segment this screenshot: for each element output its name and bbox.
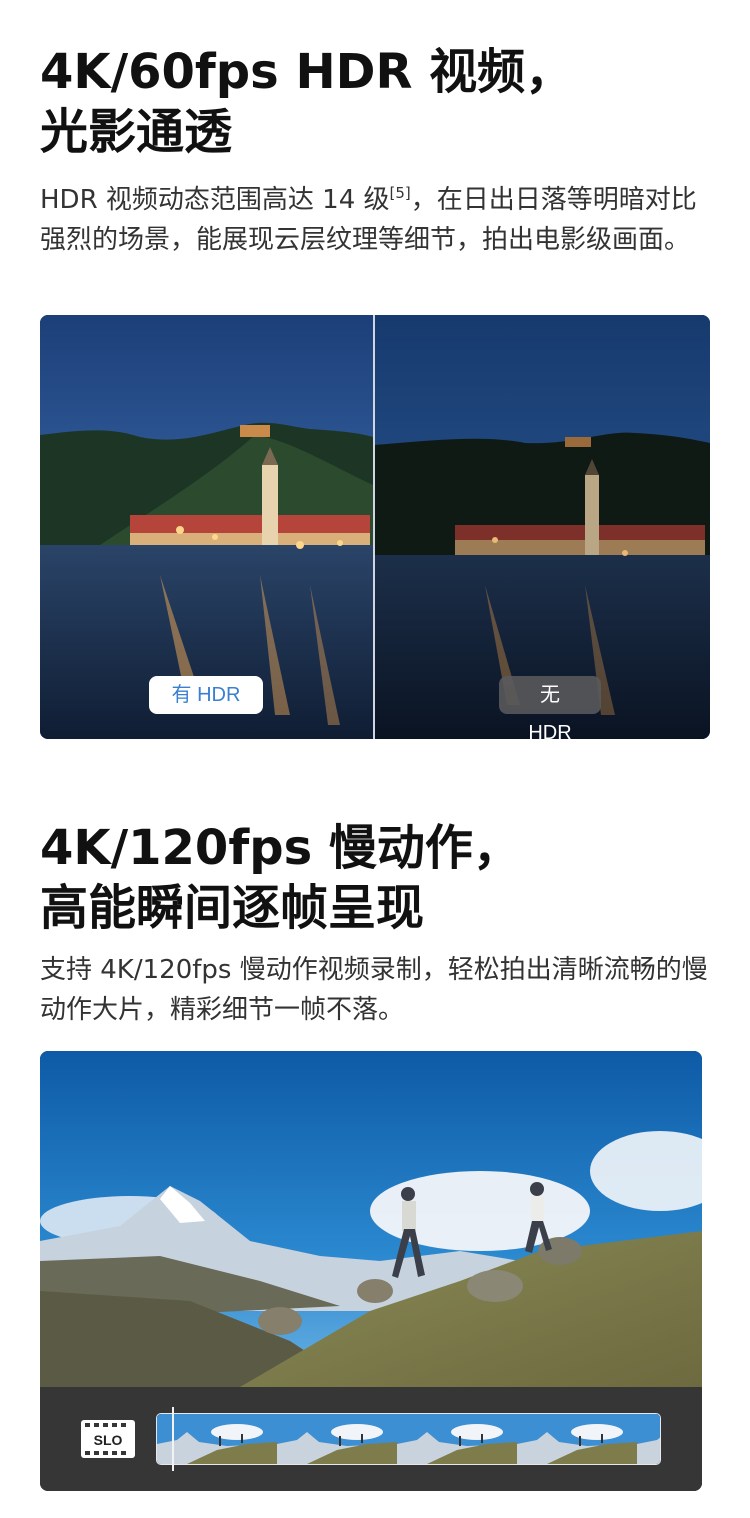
timeline-playhead[interactable] [172,1407,174,1471]
filmstrip-frame [397,1414,517,1464]
hdr-comparison-image: 有 HDR 无 HDR [40,315,710,739]
slowmo-filmstrip[interactable] [156,1413,661,1465]
slowmo-video-preview[interactable]: SLO [40,1051,702,1491]
slowmo-timeline-bar: SLO [40,1387,702,1491]
slo-mode-icon[interactable]: SLO [80,1419,136,1459]
slowmo-description: 支持 4K/120fps 慢动作视频录制，轻松拍出清晰流畅的慢动作大片，精彩细节… [40,955,708,1025]
filmstrip-frame [517,1414,637,1464]
hdr-desc-part1: HDR 视频动态范围高达 14 级 [40,185,390,215]
filmstrip-frame [277,1414,397,1464]
filmstrip-frame [637,1414,660,1464]
slowmo-title-line1: 4K/120fps 慢动作， [40,820,521,876]
hdr-title-line1: 4K/60fps HDR 视频， [40,44,574,100]
filmstrip-frame [157,1414,277,1464]
hdr-title-line2: 光影通透 [40,104,233,160]
slo-label: SLO [94,1432,123,1448]
hdr-description: HDR 视频动态范围高达 14 级[5]，在日出日落等明暗对比强烈的场景，能展现… [40,173,710,260]
with-hdr-badge: 有 HDR [149,676,263,714]
hdr-footnote-link[interactable]: [5] [390,184,411,202]
slowmo-title-line2: 高能瞬间逐帧呈现 [40,880,425,936]
hdr-on-panel: 有 HDR [40,315,373,739]
without-hdr-badge: 无 HDR [499,676,601,739]
slowmo-scene-image [40,1051,702,1387]
hdr-off-panel: 无 HDR [375,315,710,739]
